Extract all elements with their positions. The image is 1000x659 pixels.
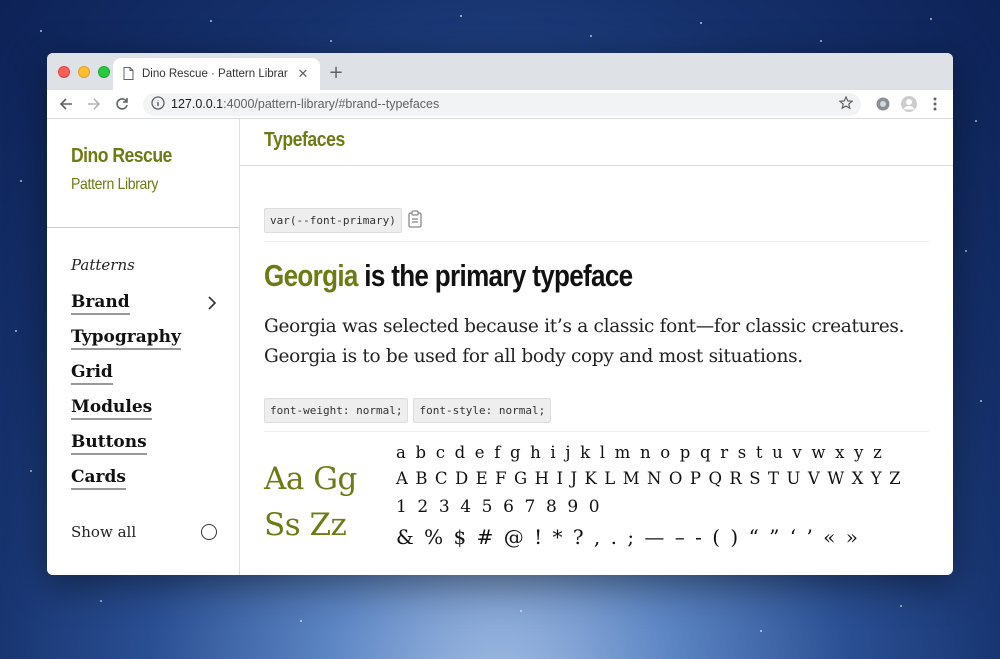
url-host: 127.0.0.1 — [171, 97, 224, 111]
clipboard-icon[interactable] — [407, 209, 423, 232]
tab-title: Dino Rescue · Pattern Library — [142, 68, 288, 80]
sidebar-item-cards[interactable]: Cards — [47, 461, 239, 496]
page-icon — [123, 65, 134, 84]
url-path: :4000/pattern-library/#brand--typefaces — [223, 97, 440, 111]
font-style-chip: font-style: normal; — [413, 398, 552, 423]
section-title: Typefaces — [264, 129, 345, 151]
heading-rest: is the primary typeface — [357, 258, 633, 293]
specimen-uppercase: A B C D E F G H I J K L M N O P Q R S T … — [396, 469, 902, 488]
new-tab-button[interactable]: + — [326, 62, 346, 83]
url-text: 127.0.0.1:4000/pattern-library/#brand--t… — [171, 97, 833, 111]
reload-icon — [116, 98, 128, 110]
patterns-label: Patterns — [71, 256, 135, 274]
sidebar-item-typography[interactable]: Typography — [47, 321, 239, 356]
menu-kebab-icon[interactable] — [925, 94, 945, 114]
maximize-window-button[interactable] — [98, 66, 110, 78]
sidebar-item-label[interactable]: Grid — [71, 362, 113, 385]
specimen-numerals: 1 2 3 4 5 6 7 8 9 0 — [396, 497, 603, 517]
browser-window: Dino Rescue · Pattern Library ✕ + 127.0.… — [47, 53, 953, 575]
forward-button[interactable] — [83, 93, 105, 115]
sidebar: Dino Rescue Pattern Library Patterns Bra… — [47, 119, 240, 575]
close-tab-icon[interactable]: ✕ — [296, 67, 310, 82]
pattern-nav: Brand Typography Grid Modules Buttons Ca… — [47, 286, 239, 496]
sidebar-item-label[interactable]: Cards — [71, 467, 126, 490]
profile-avatar[interactable] — [899, 94, 919, 114]
css-variable-row: var(--font-primary) — [264, 208, 929, 242]
font-weight-chip: font-weight: normal; — [264, 398, 409, 423]
window-controls — [58, 66, 110, 78]
typeface-section: var(--font-primary) Georgia is the prima… — [240, 166, 953, 552]
brand-name[interactable]: Dino Rescue — [71, 145, 219, 168]
sidebar-item-brand[interactable]: Brand — [47, 286, 239, 321]
show-all-radio[interactable] — [201, 524, 217, 540]
chevron-right-icon[interactable] — [207, 295, 217, 315]
brand-block: Dino Rescue Pattern Library — [47, 119, 239, 228]
typeface-heading: Georgia is the primary typeface — [264, 258, 823, 294]
brand-subtitle: Pattern Library — [71, 176, 159, 193]
sidebar-item-label[interactable]: Typography — [71, 327, 181, 350]
show-all-toggle[interactable]: Show all — [71, 523, 217, 541]
show-all-label: Show all — [71, 523, 137, 541]
info-icon[interactable] — [151, 95, 165, 114]
typeface-name: Georgia — [264, 258, 358, 293]
sidebar-item-label[interactable]: Buttons — [71, 432, 147, 455]
arrow-left-icon — [59, 98, 72, 110]
bookmark-star-icon[interactable] — [838, 95, 854, 114]
browser-tab[interactable]: Dino Rescue · Pattern Library ✕ — [113, 58, 320, 90]
extension-icon[interactable] — [873, 94, 893, 114]
minimize-window-button[interactable] — [78, 66, 90, 78]
specimen-large: Aa Gg Ss Zz — [264, 440, 396, 552]
main-content: Typefaces var(--font-primary) Georgia is… — [240, 119, 953, 575]
page-content: Dino Rescue Pattern Library Patterns Bra… — [47, 119, 953, 575]
section-header: Typefaces — [240, 119, 953, 166]
tab-strip: Dino Rescue · Pattern Library ✕ + — [47, 53, 953, 90]
back-button[interactable] — [55, 93, 77, 115]
sidebar-item-label[interactable]: Modules — [71, 397, 153, 420]
specimen-large-line: Ss Zz — [264, 507, 347, 543]
specimen-lowercase: a b c d e f g h i j k l m n o p q r s t … — [396, 443, 884, 462]
sidebar-item-modules[interactable]: Modules — [47, 391, 239, 426]
address-bar[interactable]: 127.0.0.1:4000/pattern-library/#brand--t… — [143, 92, 861, 116]
reload-button[interactable] — [111, 93, 133, 115]
type-specimen: Aa Gg Ss Zz a b c d e f g h i j k l m n … — [264, 440, 929, 552]
specimen-glyphs: a b c d e f g h i j k l m n o p q r s t … — [396, 440, 902, 552]
specimen-symbols: & % $ # @ ! * ? , . ; — – - ( ) “ ” ‘ ’ … — [396, 525, 861, 549]
sidebar-item-buttons[interactable]: Buttons — [47, 426, 239, 461]
arrow-right-icon — [88, 98, 101, 110]
browser-toolbar: 127.0.0.1:4000/pattern-library/#brand--t… — [47, 90, 953, 119]
sidebar-item-label[interactable]: Brand — [71, 292, 130, 315]
css-variable-chip: var(--font-primary) — [264, 208, 402, 233]
close-window-button[interactable] — [58, 66, 70, 78]
sidebar-item-grid[interactable]: Grid — [47, 356, 239, 391]
font-properties-row: font-weight: normal; font-style: normal; — [264, 398, 929, 432]
typeface-description: Georgia was selected because it’s a clas… — [264, 316, 905, 367]
specimen-large-line: Aa Gg — [264, 461, 357, 497]
